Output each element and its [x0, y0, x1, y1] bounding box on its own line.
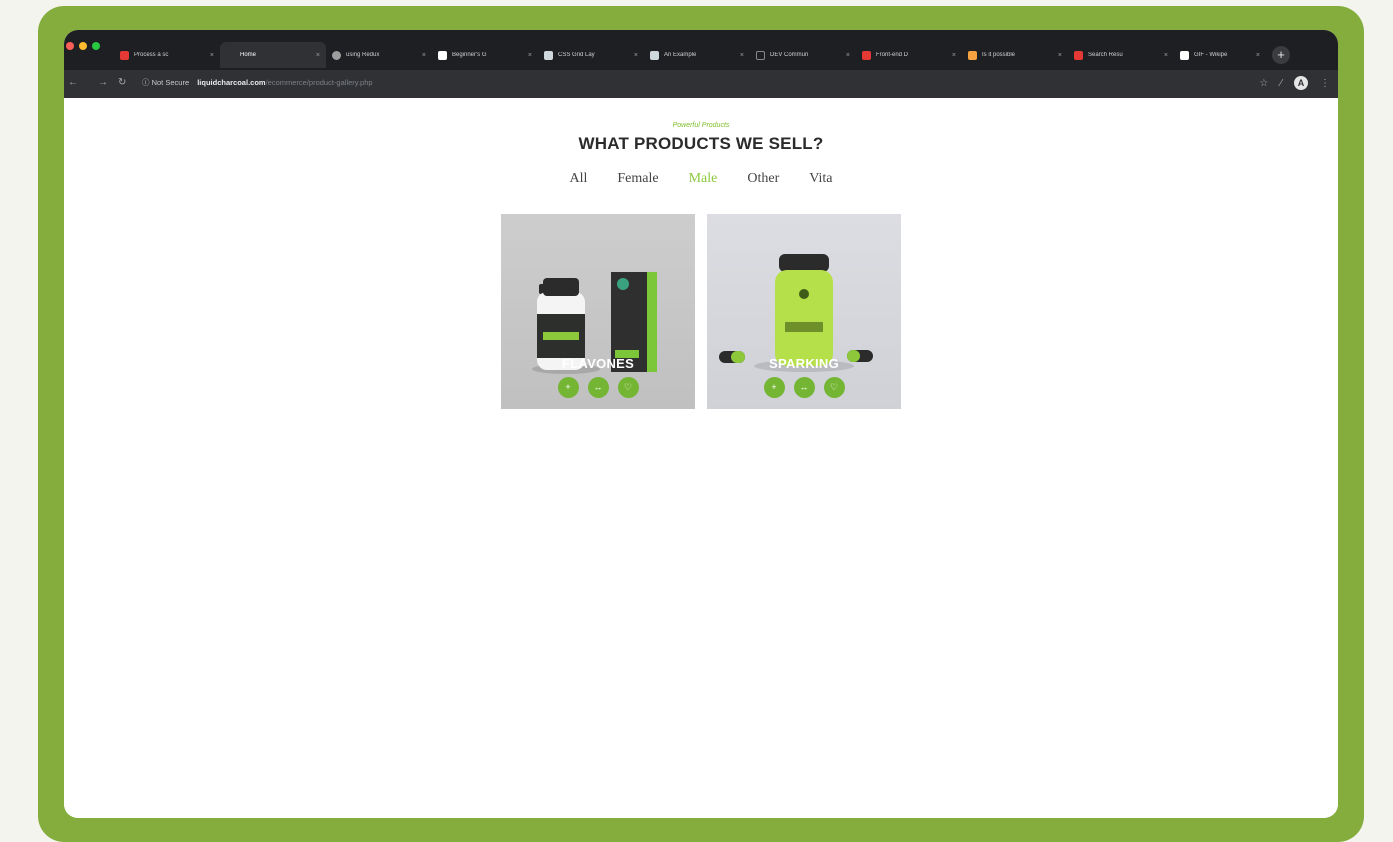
tab-close-icon[interactable]: × [528, 52, 532, 59]
tab-close-icon[interactable]: × [740, 52, 744, 59]
tab-label: Search Resu [1088, 52, 1123, 58]
security-label: Not Secure [151, 78, 190, 87]
section-kicker: Powerful Products [672, 122, 730, 129]
tab-favicon-icon [226, 50, 235, 60]
bookmark-star-icon[interactable]: ☆ [1259, 78, 1268, 89]
compare-button[interactable]: ↔ [587, 377, 609, 398]
page-title: WHAT PRODUCTS WE SELL? [578, 134, 824, 153]
tab-close-icon[interactable]: × [634, 52, 638, 59]
tab-using-redux[interactable]: using Redux × [326, 42, 432, 68]
filter-other[interactable]: Other [747, 171, 779, 187]
tab-label: DEV Commun [770, 52, 809, 58]
tab-close-icon[interactable]: × [422, 52, 426, 59]
filter-male[interactable]: Male [689, 171, 718, 187]
tab-label: Home [240, 52, 257, 58]
tab-close-icon[interactable]: × [846, 52, 850, 59]
url-host: liquidcharcoal.com [197, 78, 266, 87]
tab-close-icon[interactable]: × [1256, 52, 1260, 59]
tab-favicon-icon [756, 50, 765, 60]
tab-search-results[interactable]: Search Resu × [1068, 42, 1174, 68]
tab-label: GIF - Wikipe [1194, 52, 1228, 58]
tab-beginners-guide[interactable]: Beginner's G × [432, 42, 538, 68]
filter-vita[interactable]: Vita [809, 171, 832, 187]
compare-button[interactable]: ↔ [793, 377, 815, 398]
back-arrow-icon[interactable]: ← [68, 77, 78, 88]
filter-all[interactable]: All [569, 171, 587, 187]
tab-favicon-icon [968, 50, 977, 60]
product-grid: FLAVONES + ↔ ♡ SPARKING + ↔ ♡ [501, 214, 901, 409]
tab-gif-wikipedia[interactable]: GIF - Wikipe × [1174, 42, 1266, 68]
wishlist-button[interactable]: ♡ [617, 377, 639, 398]
tab-label: An Example [664, 52, 697, 58]
address-bar: ← → ↻ ⓘ Not Secure liquidcharcoal.com/ec… [64, 70, 1338, 98]
window-controls [66, 42, 100, 50]
info-icon[interactable]: ⓘ [142, 78, 150, 87]
tab-label: CSS Grid Lay [558, 52, 595, 58]
tab-label: Beginner's G [452, 52, 487, 58]
tab-strip: Process a sc × Home × using Redux × Begi… [114, 42, 1290, 68]
url-path: /ecommerce/product-gallery.php [265, 78, 373, 87]
product-title: FLAVONES [561, 356, 635, 371]
tab-label: using Redux [346, 52, 380, 58]
page-content: Powerful Products WHAT PRODUCTS WE SELL?… [64, 98, 1338, 818]
product-card-flavones[interactable]: FLAVONES + ↔ ♡ [501, 214, 695, 409]
tab-close-icon[interactable]: × [210, 52, 214, 59]
tab-dev-community[interactable]: DEV Commun × [750, 42, 856, 68]
close-window-button[interactable] [66, 42, 74, 50]
tab-an-example[interactable]: An Example × [644, 42, 750, 68]
menu-dots-icon[interactable]: ⋮ [1320, 78, 1330, 89]
tab-label: Front-end D [876, 52, 909, 58]
tab-process[interactable]: Process a sc × [114, 42, 220, 68]
product-card-sparking[interactable]: SPARKING + ↔ ♡ [707, 214, 901, 409]
toolbar-actions: ☆ ⁄ A ⋮ [1259, 76, 1330, 90]
tab-favicon-icon [438, 50, 447, 60]
tab-favicon-icon [862, 50, 871, 60]
new-tab-button[interactable]: + [1272, 46, 1290, 64]
tab-css-grid[interactable]: CSS Grid Lay × [538, 42, 644, 68]
tab-home[interactable]: Home × [220, 42, 326, 68]
product-actions: + ↔ ♡ [501, 377, 695, 398]
profile-avatar[interactable]: A [1294, 76, 1308, 90]
tab-label: Process a sc [134, 52, 169, 58]
add-to-cart-button[interactable]: + [763, 377, 785, 398]
extension-icon[interactable]: ⁄ [1280, 78, 1282, 89]
product-title: SPARKING [768, 356, 840, 371]
tab-favicon-icon [1180, 50, 1189, 60]
tab-close-icon[interactable]: × [952, 52, 956, 59]
filter-female[interactable]: Female [617, 171, 658, 187]
product-actions: + ↔ ♡ [707, 377, 901, 398]
reload-icon[interactable]: ↻ [118, 77, 126, 88]
tab-favicon-icon [332, 50, 341, 60]
tab-front-end[interactable]: Front-end D × [856, 42, 962, 68]
maximize-window-button[interactable] [92, 42, 100, 50]
minimize-window-button[interactable] [79, 42, 87, 50]
forward-arrow-icon[interactable]: → [98, 77, 108, 88]
wishlist-button[interactable]: ♡ [823, 377, 845, 398]
category-filters: All Female Male Other Vita [64, 171, 1338, 187]
tab-close-icon[interactable]: × [1164, 52, 1168, 59]
url-field[interactable]: ⓘ Not Secure liquidcharcoal.com/ecommerc… [142, 77, 373, 88]
tab-favicon-icon [544, 50, 553, 60]
browser-window: Process a sc × Home × using Redux × Begi… [64, 30, 1338, 818]
tab-is-it-possible[interactable]: Is it possible × [962, 42, 1068, 68]
tab-favicon-icon [650, 50, 659, 60]
tab-bar: Process a sc × Home × using Redux × Begi… [64, 30, 1338, 70]
tab-favicon-icon [1074, 50, 1083, 60]
tab-close-icon[interactable]: × [316, 52, 320, 59]
tab-close-icon[interactable]: × [1058, 52, 1062, 59]
tab-label: Is it possible [982, 52, 1016, 58]
add-to-cart-button[interactable]: + [557, 377, 579, 398]
tab-favicon-icon [120, 50, 129, 60]
